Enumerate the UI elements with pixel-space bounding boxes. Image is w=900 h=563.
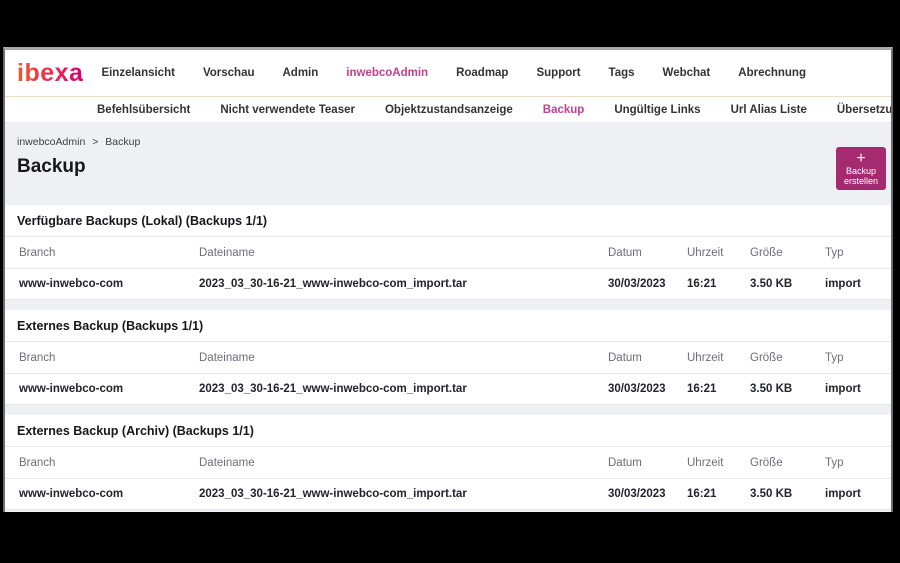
col-header-typ: Typ (811, 237, 891, 269)
cell-type: import (811, 374, 891, 405)
table-header-row: Branch Dateiname Datum Uhrzeit Größe Typ (5, 447, 891, 479)
backup-table-local: Branch Dateiname Datum Uhrzeit Größe Typ… (5, 236, 891, 300)
nav-item-inwebcoadmin[interactable]: inwebcoAdmin (346, 67, 428, 79)
breadcrumb: inwebcoAdmin > Backup (5, 123, 891, 148)
cell-branch: www-inwebco-com (5, 479, 185, 510)
col-header-dateiname: Dateiname (185, 342, 594, 374)
create-backup-button[interactable]: + Backup erstellen (836, 147, 886, 190)
cell-branch: www-inwebco-com (5, 374, 185, 405)
nav-item-webchat[interactable]: Webchat (663, 67, 711, 79)
backup-section-archive: Externes Backup (Archiv) (Backups 1/1) B… (5, 415, 891, 510)
subnav-item-uebersetzungsadmin[interactable]: Übersetzungsadmin (837, 104, 893, 116)
cell-type: import (811, 269, 891, 300)
col-header-uhrzeit: Uhrzeit (673, 447, 736, 479)
ibexa-logo[interactable]: ibexa (17, 61, 83, 86)
col-header-typ: Typ (811, 447, 891, 479)
col-header-dateiname: Dateiname (185, 447, 594, 479)
secondary-nav: Befehlsübersicht Nicht verwendete Teaser… (5, 97, 891, 123)
breadcrumb-parent[interactable]: inwebcoAdmin (17, 136, 85, 148)
col-header-uhrzeit: Uhrzeit (673, 237, 736, 269)
cell-filename: 2023_03_30-16-21_www-inwebco-com_import.… (185, 269, 594, 300)
cell-branch: www-inwebco-com (5, 269, 185, 300)
cell-date: 30/03/2023 (594, 479, 673, 510)
subnav-item-backup[interactable]: Backup (543, 104, 585, 116)
cell-filename: 2023_03_30-16-21_www-inwebco-com_import.… (185, 479, 594, 510)
page-body: inwebcoAdmin > Backup Backup + Backup er… (5, 123, 891, 510)
cell-type: import (811, 479, 891, 510)
backup-section-external: Externes Backup (Backups 1/1) Branch Dat… (5, 310, 891, 405)
col-header-datum: Datum (594, 342, 673, 374)
subnav-item-ungueltige-links[interactable]: Ungültige Links (614, 104, 700, 116)
col-header-groesse: Größe (736, 447, 811, 479)
cell-date: 30/03/2023 (594, 269, 673, 300)
subnav-item-befehlsuebersicht[interactable]: Befehlsübersicht (97, 104, 190, 116)
cell-size: 3.50 KB (736, 479, 811, 510)
nav-item-tags[interactable]: Tags (609, 67, 635, 79)
subnav-item-url-alias-liste[interactable]: Url Alias Liste (731, 104, 807, 116)
plus-icon: + (856, 151, 865, 166)
cell-size: 3.50 KB (736, 269, 811, 300)
col-header-branch: Branch (5, 342, 185, 374)
subnav-item-objektzustandsanzeige[interactable]: Objektzustandsanzeige (385, 104, 513, 116)
nav-item-admin[interactable]: Admin (283, 67, 319, 79)
section-title: Externes Backup (Backups 1/1) (5, 310, 891, 341)
cell-time: 16:21 (673, 374, 736, 405)
nav-item-abrechnung[interactable]: Abrechnung (738, 67, 806, 79)
create-backup-button-label: Backup erstellen (844, 166, 878, 187)
col-header-datum: Datum (594, 237, 673, 269)
subnav-item-nicht-verwendete-teaser[interactable]: Nicht verwendete Teaser (220, 104, 355, 116)
table-row: www-inwebco-com 2023_03_30-16-21_www-inw… (5, 269, 891, 300)
table-header-row: Branch Dateiname Datum Uhrzeit Größe Typ (5, 342, 891, 374)
nav-item-einzelansicht[interactable]: Einzelansicht (101, 67, 175, 79)
table-header-row: Branch Dateiname Datum Uhrzeit Größe Typ (5, 237, 891, 269)
table-row: www-inwebco-com 2023_03_30-16-21_www-inw… (5, 374, 891, 405)
col-header-datum: Datum (594, 447, 673, 479)
app-window: ibexa Einzelansicht Vorschau Admin inweb… (3, 47, 893, 512)
nav-item-roadmap[interactable]: Roadmap (456, 67, 508, 79)
col-header-groesse: Größe (736, 342, 811, 374)
table-row: www-inwebco-com 2023_03_30-16-21_www-inw… (5, 479, 891, 510)
col-header-uhrzeit: Uhrzeit (673, 342, 736, 374)
col-header-groesse: Größe (736, 237, 811, 269)
breadcrumb-separator: > (92, 136, 98, 148)
backup-table-external: Branch Dateiname Datum Uhrzeit Größe Typ… (5, 341, 891, 405)
cell-filename: 2023_03_30-16-21_www-inwebco-com_import.… (185, 374, 594, 405)
primary-nav: ibexa Einzelansicht Vorschau Admin inweb… (5, 50, 891, 96)
cell-size: 3.50 KB (736, 374, 811, 405)
breadcrumb-current: Backup (105, 136, 140, 148)
backup-section-local: Verfügbare Backups (Lokal) (Backups 1/1)… (5, 205, 891, 300)
col-header-branch: Branch (5, 447, 185, 479)
col-header-branch: Branch (5, 237, 185, 269)
cell-time: 16:21 (673, 479, 736, 510)
col-header-typ: Typ (811, 342, 891, 374)
nav-item-support[interactable]: Support (536, 67, 580, 79)
page-title: Backup (5, 148, 891, 178)
section-title: Externes Backup (Archiv) (Backups 1/1) (5, 415, 891, 446)
col-header-dateiname: Dateiname (185, 237, 594, 269)
backup-table-archive: Branch Dateiname Datum Uhrzeit Größe Typ… (5, 446, 891, 510)
section-title: Verfügbare Backups (Lokal) (Backups 1/1) (5, 205, 891, 236)
cell-time: 16:21 (673, 269, 736, 300)
cell-date: 30/03/2023 (594, 374, 673, 405)
nav-item-vorschau[interactable]: Vorschau (203, 67, 255, 79)
